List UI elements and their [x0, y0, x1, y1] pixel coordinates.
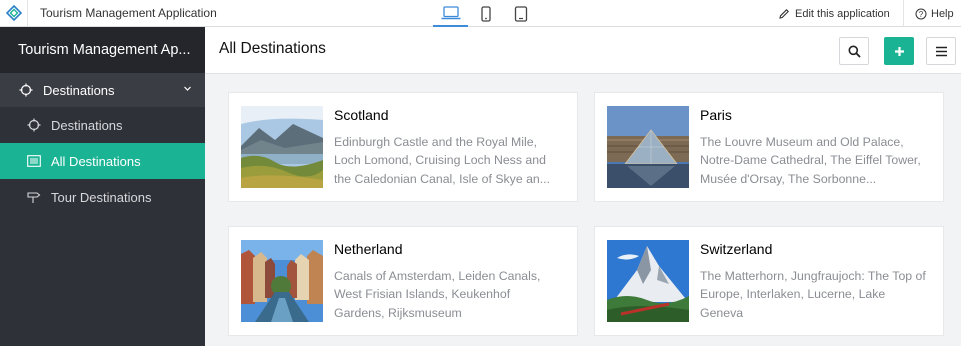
tablet-icon [514, 5, 527, 22]
tablet-view-button[interactable] [503, 0, 538, 27]
help-label: Help [931, 7, 954, 20]
laptop-icon [441, 5, 460, 19]
laptop-view-button[interactable] [433, 0, 468, 27]
app-name: Tourism Management Application [40, 6, 217, 20]
device-switcher [433, 0, 538, 27]
destination-description: The Louvre Museum and Old Palace, Notre-… [700, 135, 921, 186]
sidebar-item-all-destinations[interactable]: All Destinations [0, 143, 205, 179]
destination-card-paris[interactable]: Paris The Louvre Museum and Old Palace, … [594, 92, 944, 202]
destination-title: Paris [700, 107, 732, 123]
sidebar-app-title: Tourism Management Ap... [0, 27, 205, 73]
top-bar: Tourism Management Application Edit this… [0, 0, 961, 27]
list-icon [27, 155, 41, 167]
plus-icon [894, 46, 904, 56]
svg-text:?: ? [919, 9, 924, 18]
crosshair-icon [27, 118, 41, 132]
edit-application-label: Edit this application [795, 7, 890, 20]
signpost-icon [27, 192, 41, 203]
destination-card-scotland[interactable]: Scotland Edinburgh Castle and the Royal … [228, 92, 578, 202]
phone-view-button[interactable] [468, 0, 503, 27]
chevron-down-icon [184, 86, 191, 91]
sidebar: Tourism Management Ap... Destinations De… [0, 27, 205, 346]
destination-title: Scotland [334, 107, 389, 123]
help-button[interactable]: ? Help [903, 0, 961, 27]
destination-photo [607, 240, 689, 322]
page-title: All Destinations [219, 40, 326, 57]
crosshair-icon [19, 83, 33, 97]
phone-icon [480, 5, 491, 22]
sidebar-section-destinations[interactable]: Destinations [0, 73, 205, 107]
destination-card-switzerland[interactable]: Switzerland The Matterhorn, Jungfraujoch… [594, 226, 944, 336]
search-button[interactable] [839, 37, 869, 65]
app-logo-icon[interactable] [0, 0, 28, 26]
destination-description: Canals of Amsterdam, Leiden Canals, West… [334, 269, 541, 320]
destination-title: Switzerland [700, 241, 773, 257]
sidebar-item-label: All Destinations [51, 153, 141, 169]
sidebar-section-label: Destinations [43, 82, 115, 98]
main-header: All Destinations [205, 27, 961, 74]
destination-title: Netherland [334, 241, 403, 257]
help-icon: ? [915, 8, 927, 19]
destination-photo [607, 106, 689, 188]
sidebar-item-label: Tour Destinations [51, 189, 152, 205]
pencil-icon [779, 8, 789, 19]
search-icon [848, 45, 861, 58]
edit-application-link[interactable]: Edit this application [778, 0, 890, 27]
destination-photo [241, 240, 323, 322]
add-button[interactable] [884, 37, 914, 65]
menu-button[interactable] [926, 37, 956, 65]
destination-card-netherland[interactable]: Netherland Canals of Amsterdam, Leiden C… [228, 226, 578, 336]
sidebar-item-label: Destinations [51, 117, 123, 133]
hamburger-icon [935, 46, 947, 56]
sidebar-item-destinations[interactable]: Destinations [0, 107, 205, 143]
destination-description: Edinburgh Castle and the Royal Mile, Loc… [334, 135, 551, 186]
destination-photo [241, 106, 323, 188]
sidebar-item-tour-destinations[interactable]: Tour Destinations [0, 179, 205, 215]
destination-description: The Matterhorn, Jungfraujoch: The Top of… [700, 269, 926, 320]
